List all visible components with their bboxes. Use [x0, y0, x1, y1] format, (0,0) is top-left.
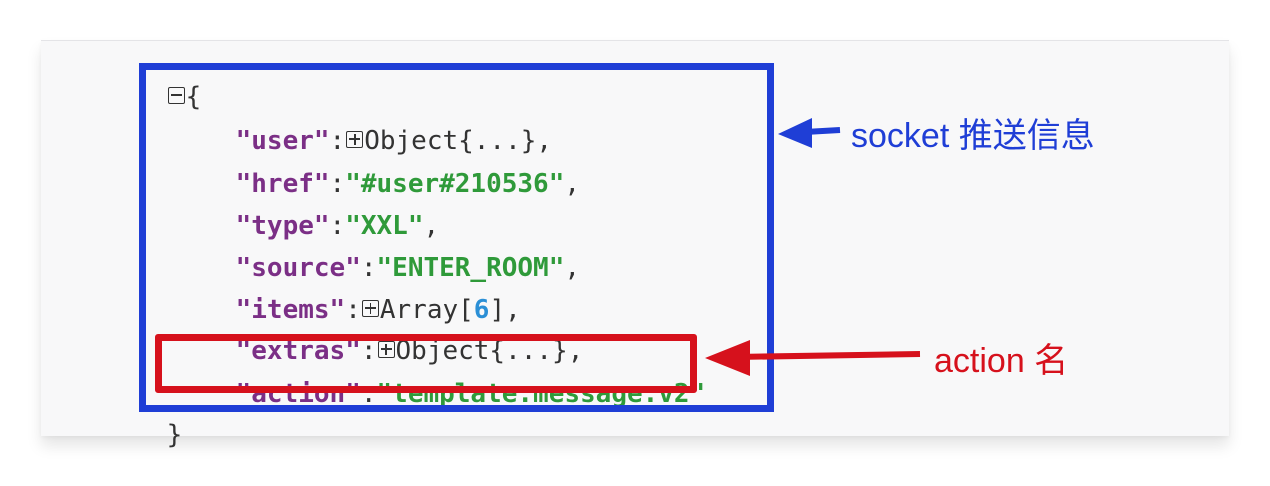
socket-push-label: socket 推送信息 [851, 117, 1095, 155]
arrow-left-icon [705, 340, 921, 376]
annotation-arrows [705, 118, 921, 376]
action-name-label: action 名 [934, 342, 1069, 380]
arrow-left-icon [778, 118, 841, 148]
